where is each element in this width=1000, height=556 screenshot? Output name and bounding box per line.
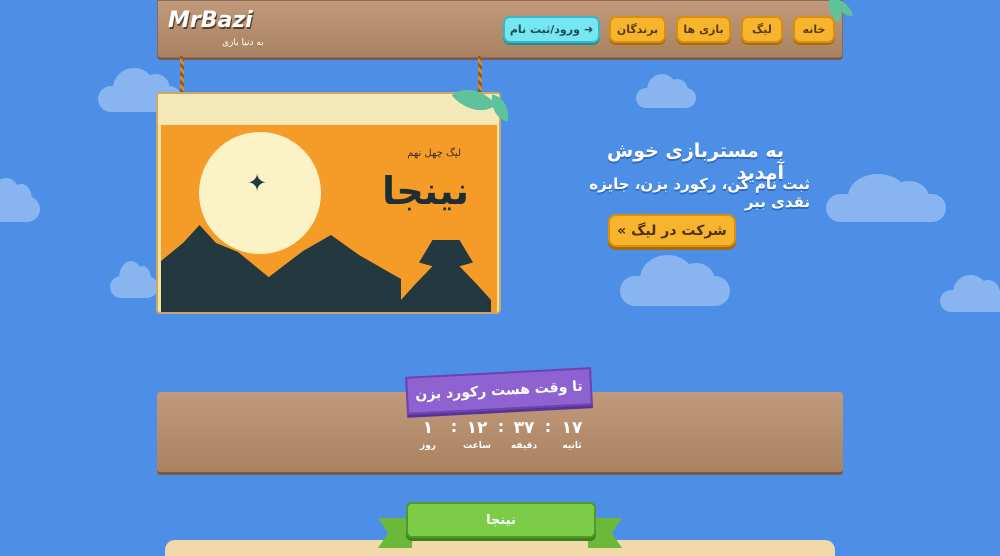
game-poster: ✦ لیگ چهل نهم نینجا	[161, 125, 497, 312]
game-section-title: نینجا	[406, 502, 596, 538]
cloud	[110, 260, 158, 298]
pagoda-silhouette	[401, 240, 491, 312]
poster-subtitle: لیگ چهل نهم	[407, 148, 461, 159]
login-label: ورود/ثبت نام	[509, 23, 580, 36]
ninja-icon: ✦	[247, 169, 268, 197]
sign-header	[158, 94, 499, 124]
rope-left	[180, 56, 184, 96]
join-league-button[interactable]: شرکت در لیگ »	[608, 214, 736, 247]
countdown-minutes-label: دقیقه	[510, 441, 538, 451]
nav-games-button[interactable]: بازی ها	[676, 16, 731, 43]
logo-tagline: به دنیا بازی	[222, 38, 264, 48]
countdown-separator: :	[450, 417, 458, 436]
login-button[interactable]: ورود/ثبت نام ➜	[503, 16, 600, 43]
countdown-hours-label: ساعت	[463, 441, 491, 451]
cloud	[0, 177, 40, 222]
cloud	[620, 255, 730, 306]
countdown-days: ۱	[422, 418, 434, 438]
nav-winners-button[interactable]: برندگان	[609, 16, 666, 43]
countdown-minutes: ۳۷	[513, 418, 535, 438]
countdown-separator: :	[544, 417, 552, 436]
rope-right	[478, 56, 482, 96]
cloud	[826, 174, 946, 222]
nav-league-button[interactable]: لیگ	[741, 16, 783, 43]
countdown-hours: ۱۲	[466, 418, 488, 438]
countdown-days-label: روز	[420, 441, 436, 451]
countdown-seconds-label: ثانیه	[562, 441, 582, 451]
game-sign[interactable]: ✦ لیگ چهل نهم نینجا	[156, 92, 501, 314]
login-icon: ➜	[583, 23, 594, 36]
countdown-separator: :	[497, 417, 505, 436]
poster-title: نینجا	[382, 169, 469, 213]
game-section-card	[165, 540, 835, 556]
welcome-subtitle: ثبت نام کن، رکورد بزن، جایزه نقدی ببر	[589, 175, 810, 211]
logo[interactable]: MrBazi	[168, 8, 253, 33]
nav-home-button[interactable]: خانه	[793, 16, 835, 43]
cloud	[636, 74, 696, 108]
cloud	[940, 274, 1000, 312]
countdown-seconds: ۱۷	[561, 418, 583, 438]
